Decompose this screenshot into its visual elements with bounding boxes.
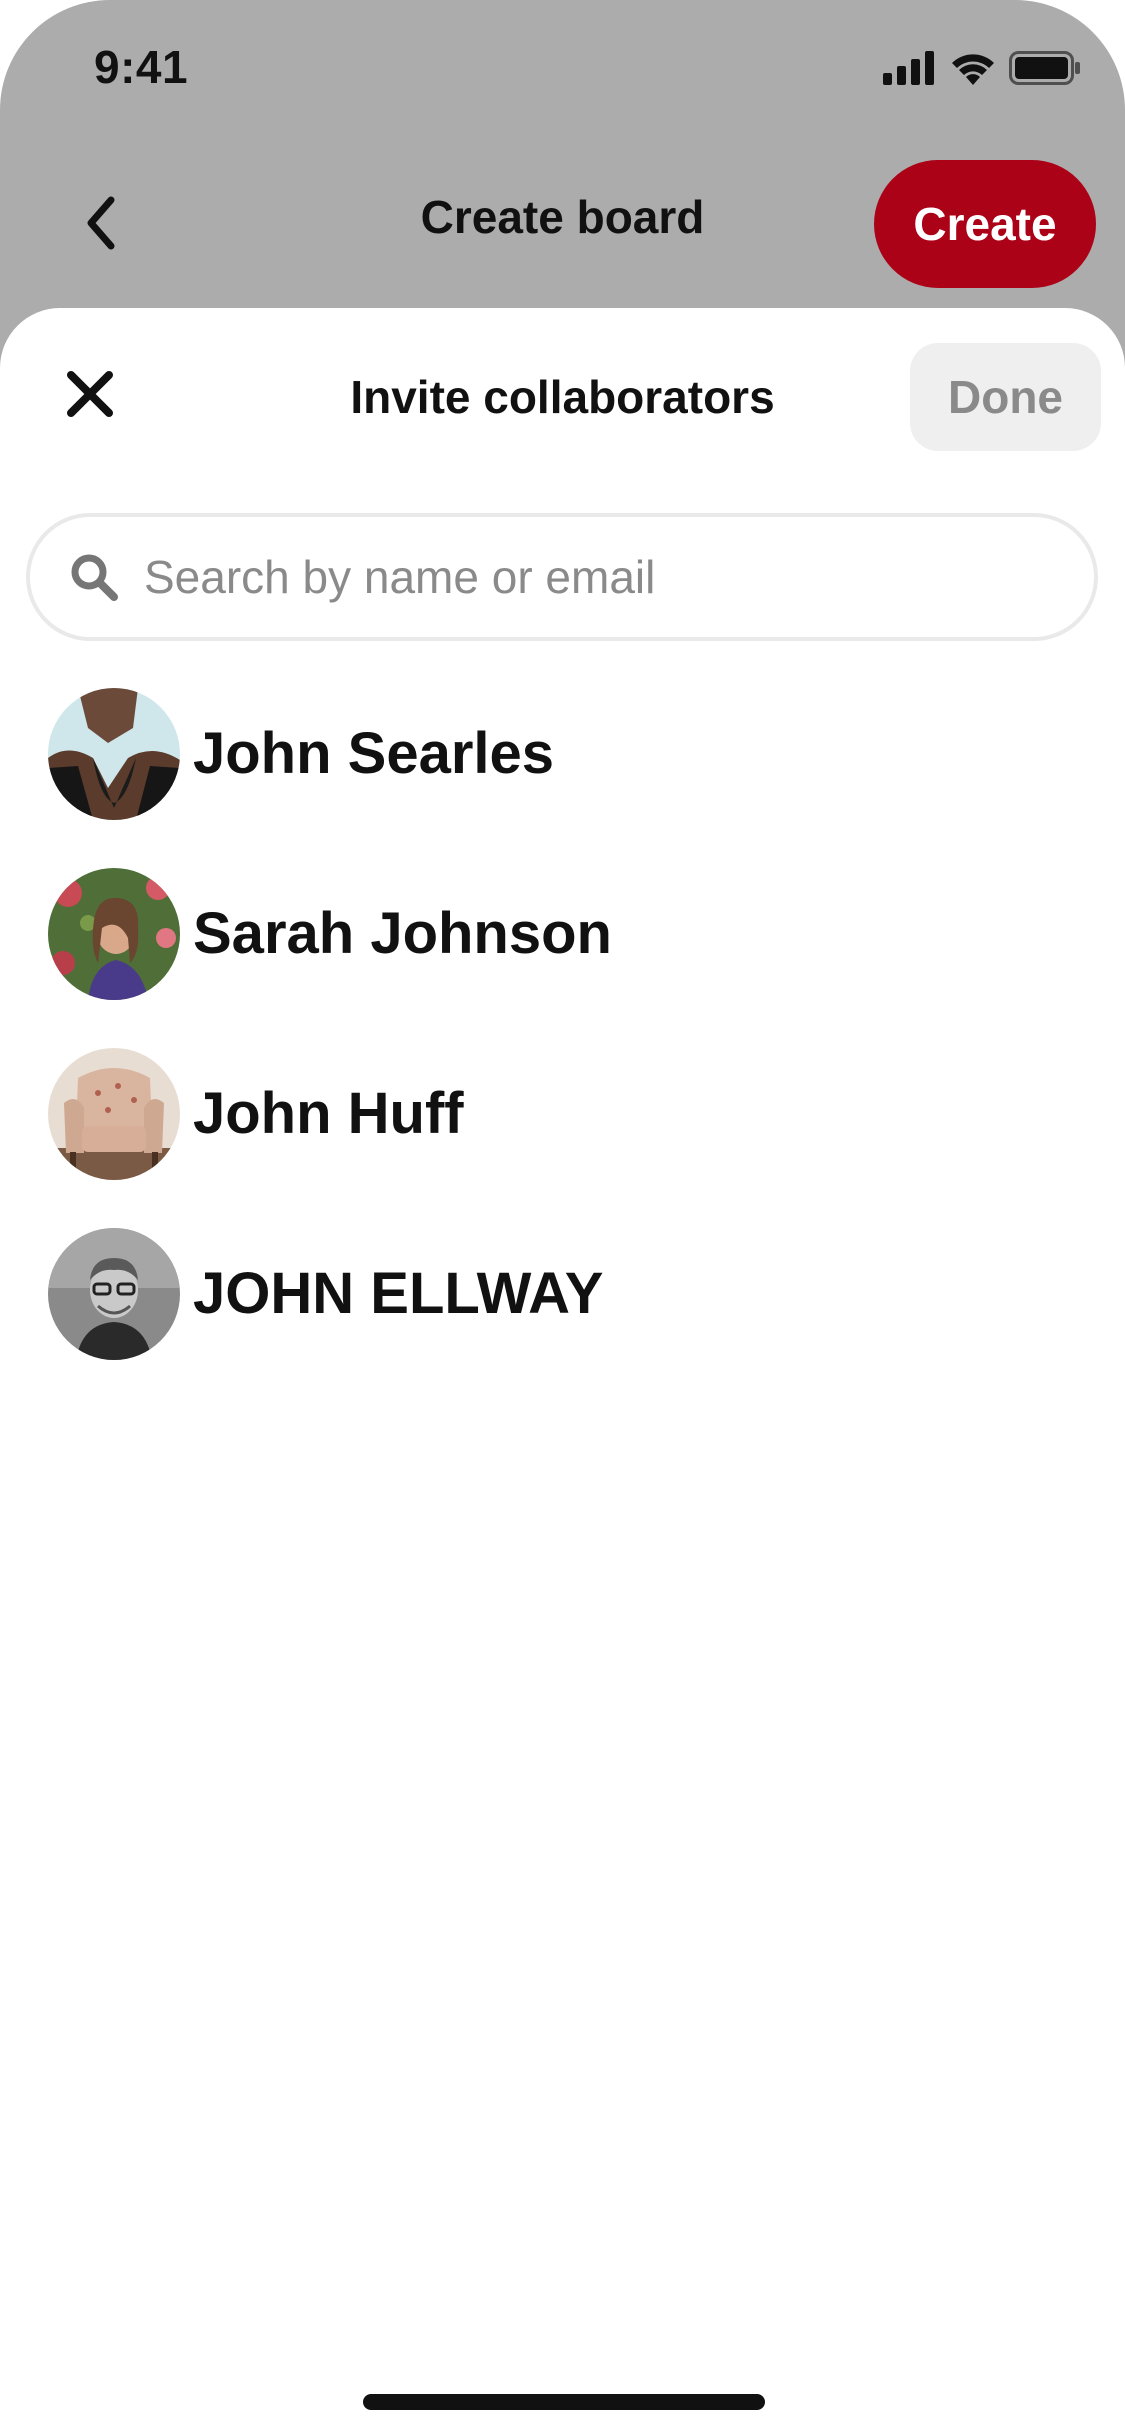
- search-input[interactable]: [142, 549, 1046, 605]
- battery-icon: [1009, 50, 1081, 90]
- collaborator-results-list: John Searles Sarah Johnson John Huff JOH…: [0, 688, 1125, 1408]
- invite-collaborators-sheet: Invite collaborators Done Search by name…: [0, 308, 1125, 2436]
- avatar: [48, 868, 180, 1000]
- search-field[interactable]: [26, 513, 1098, 641]
- avatar: [48, 1228, 180, 1360]
- nav-bar: Create board Create: [0, 160, 1125, 290]
- collaborator-name: John Huff: [193, 1081, 464, 1146]
- home-indicator[interactable]: [363, 2394, 765, 2410]
- status-icons: [883, 50, 1081, 90]
- create-button[interactable]: Create: [874, 160, 1096, 288]
- phone-screen: 9:41 Create board Create Invite collabor…: [0, 0, 1125, 2436]
- search-icon: [66, 549, 122, 605]
- list-item[interactable]: John Huff: [0, 1048, 1125, 1228]
- wifi-icon: [951, 51, 995, 90]
- signal-icon: [883, 50, 937, 90]
- sheet-header: Invite collaborators Done: [0, 308, 1125, 458]
- collaborator-name: JOHN ELLWAY: [193, 1261, 604, 1326]
- collaborator-name: John Searles: [193, 721, 555, 786]
- collaborator-name: Sarah Johnson: [193, 901, 612, 966]
- status-bar: 9:41: [0, 0, 1125, 140]
- avatar: [48, 688, 180, 820]
- list-item[interactable]: JOHN ELLWAY: [0, 1228, 1125, 1408]
- status-time: 9:41: [94, 41, 189, 93]
- list-item[interactable]: Sarah Johnson: [0, 868, 1125, 1048]
- list-item[interactable]: John Searles: [0, 688, 1125, 868]
- avatar: [48, 1048, 180, 1180]
- done-button[interactable]: Done: [910, 343, 1101, 451]
